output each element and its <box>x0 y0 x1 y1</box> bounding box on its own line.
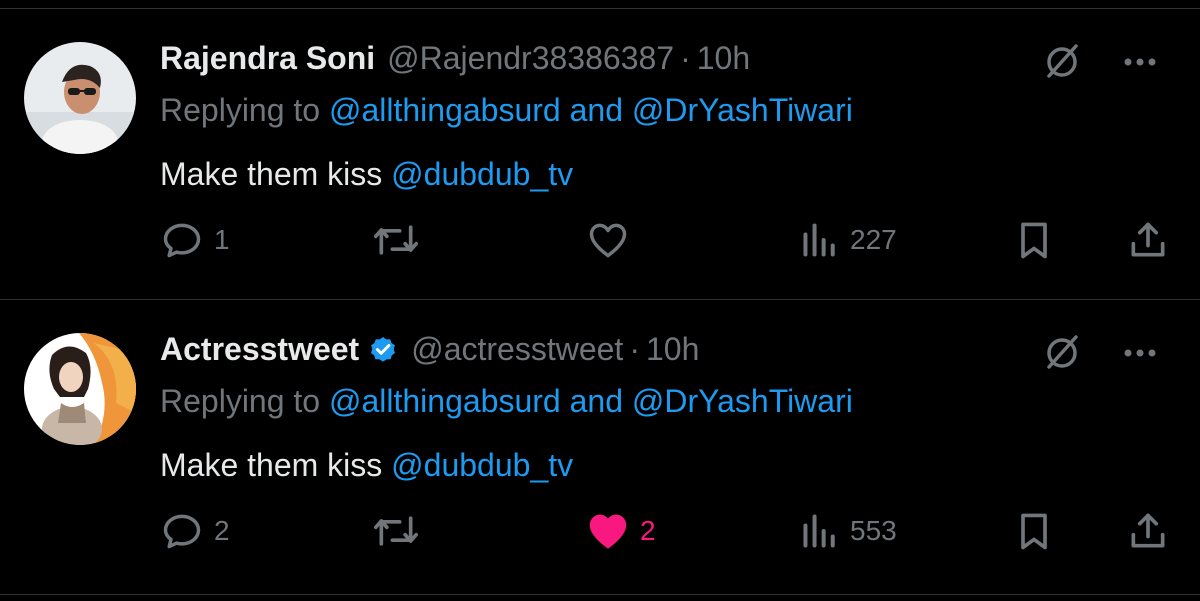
tweet-top-icons <box>1040 40 1160 84</box>
user-handle[interactable]: @Rajendr38386387 <box>387 40 674 77</box>
tweet-divider <box>0 299 1200 300</box>
tweet-actions: 2 2 553 <box>0 507 1200 555</box>
tweet-header: Actresstweet @actresstweet · 10h <box>160 327 699 371</box>
reply-count: 2 <box>214 515 230 546</box>
views-button[interactable]: 553 <box>800 507 897 555</box>
retweet-icon <box>372 509 420 553</box>
reply-button[interactable]: 1 <box>160 216 230 264</box>
avatar[interactable] <box>24 333 136 445</box>
retweet-icon <box>372 218 420 262</box>
view-count: 553 <box>850 515 897 546</box>
bottom-divider <box>0 594 1200 595</box>
share-button[interactable] <box>1126 507 1170 555</box>
replying-to-line: Replying to @allthingabsurd and @DrYashT… <box>160 92 853 129</box>
top-divider <box>0 8 1200 9</box>
tweet-mention-link[interactable]: @dubdub_tv <box>391 447 573 483</box>
retweet-button[interactable] <box>372 507 430 555</box>
tweet-top-icons <box>1040 331 1160 375</box>
heart-icon <box>586 509 630 553</box>
display-name[interactable]: Rajendra Soni <box>160 40 375 77</box>
tweet-header: Rajendra Soni @Rajendr38386387 · 10h <box>160 36 750 80</box>
share-icon <box>1126 218 1170 262</box>
share-button[interactable] <box>1126 216 1170 264</box>
views-icon <box>800 509 840 553</box>
timestamp[interactable]: 10h <box>697 40 750 77</box>
views-button[interactable]: 227 <box>800 216 897 264</box>
reply-icon <box>160 218 204 262</box>
retweet-button[interactable] <box>372 216 430 264</box>
views-icon <box>800 218 840 262</box>
tweet-text: Make them kiss @dubdub_tv <box>160 156 573 193</box>
tweet[interactable]: Rajendra Soni @Rajendr38386387 · 10h Rep… <box>0 36 1200 326</box>
avatar[interactable] <box>24 42 136 154</box>
like-count: 2 <box>640 515 656 546</box>
bookmark-icon <box>1012 218 1056 262</box>
verified-badge-icon[interactable] <box>367 333 399 365</box>
tweet-text-plain: Make them kiss <box>160 156 383 192</box>
separator-dot: · <box>629 330 640 367</box>
user-handle[interactable]: @actresstweet <box>411 331 623 368</box>
like-button[interactable] <box>586 216 640 264</box>
more-dots-icon[interactable] <box>1120 331 1160 375</box>
bookmark-button[interactable] <box>1012 216 1056 264</box>
replying-to-line: Replying to @allthingabsurd and @DrYashT… <box>160 383 853 420</box>
reply-count: 1 <box>214 224 230 255</box>
tweet-actions: 1 227 <box>0 216 1200 264</box>
bookmark-icon <box>1012 509 1056 553</box>
replying-to-mentions[interactable]: @allthingabsurd and @DrYashTiwari <box>329 383 853 419</box>
tweet-text: Make them kiss @dubdub_tv <box>160 447 573 484</box>
tweet-text-plain: Make them kiss <box>160 447 383 483</box>
slashed-circle-icon[interactable] <box>1040 40 1084 84</box>
share-icon <box>1126 509 1170 553</box>
separator-dot: · <box>680 39 691 76</box>
slashed-circle-icon[interactable] <box>1040 331 1084 375</box>
tweet[interactable]: Actresstweet @actresstweet · 10h Replyin… <box>0 327 1200 601</box>
replying-to-label: Replying to <box>160 92 321 128</box>
heart-icon <box>586 218 630 262</box>
view-count: 227 <box>850 224 897 255</box>
timestamp[interactable]: 10h <box>646 331 699 368</box>
more-dots-icon[interactable] <box>1120 40 1160 84</box>
reply-button[interactable]: 2 <box>160 507 230 555</box>
reply-icon <box>160 509 204 553</box>
replying-to-label: Replying to <box>160 383 321 419</box>
tweet-mention-link[interactable]: @dubdub_tv <box>391 156 573 192</box>
bookmark-button[interactable] <box>1012 507 1056 555</box>
display-name[interactable]: Actresstweet <box>160 331 359 368</box>
like-button[interactable]: 2 <box>586 507 656 555</box>
replying-to-mentions[interactable]: @allthingabsurd and @DrYashTiwari <box>329 92 853 128</box>
